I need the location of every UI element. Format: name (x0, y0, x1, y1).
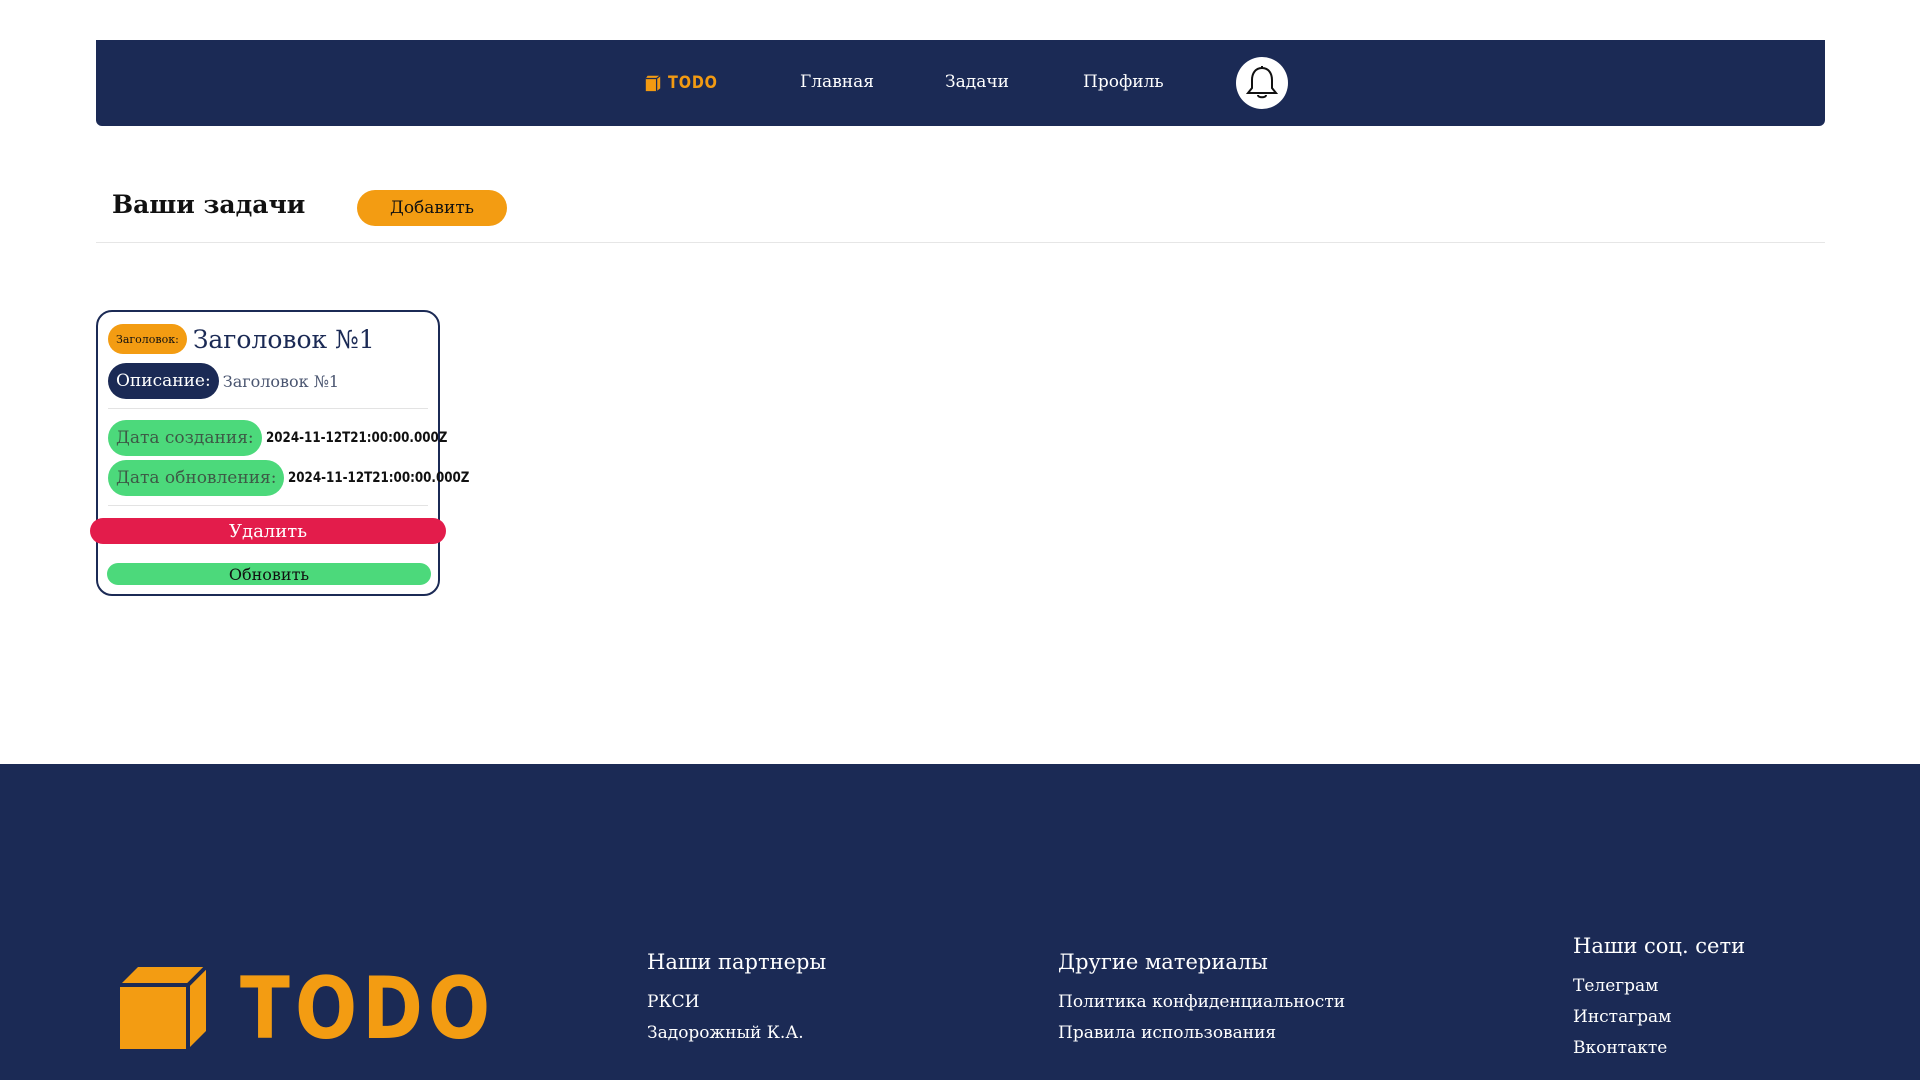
delete-task-button[interactable]: Удалить (90, 518, 446, 544)
task-desc-row: Описание: Заголовок №1 (108, 363, 339, 399)
cube-logo-icon (645, 75, 661, 92)
divider (96, 242, 1825, 243)
task-created-value: 2024-11-12T21:00:00.000Z (265, 430, 448, 446)
footer: TODO Наши партнеры РКСИ Задорожный К.А. … (0, 764, 1920, 1080)
footer-logo[interactable]: TODO (118, 959, 540, 1059)
footer-link-rksi[interactable]: РКСИ (647, 992, 826, 1012)
card-divider (108, 505, 428, 506)
footer-materials: Другие материалы Политика конфиденциальн… (1058, 950, 1345, 1054)
footer-social-heading: Наши соц. сети (1573, 934, 1746, 958)
footer-logo-text: TODO (240, 959, 496, 1059)
footer-partners-heading: Наши партнеры (647, 950, 827, 974)
add-task-button[interactable]: Добавить (357, 190, 507, 226)
footer-link-telegram[interactable]: Телеграм (1573, 976, 1745, 996)
task-created-row: Дата создания: 2024-11-12T21:00:00.000Z (108, 420, 479, 456)
nav-link-profile[interactable]: Профиль (1083, 72, 1164, 92)
bell-icon (1245, 66, 1279, 99)
footer-materials-heading: Другие материалы (1058, 950, 1268, 974)
footer-link-zadorozhny[interactable]: Задорожный К.А. (647, 1023, 826, 1043)
header-logo[interactable]: TODO (644, 73, 727, 93)
task-updated-value: 2024-11-12T21:00:00.000Z (288, 470, 470, 486)
nav-link-tasks[interactable]: Задачи (945, 72, 1009, 92)
task-updated-row: Дата обновления: 2024-11-12T21:00:00.000… (108, 460, 502, 496)
task-title-row: Заголовок: Заголовок №1 (108, 324, 375, 354)
top-navbar: TODO Главная Задачи Профиль (96, 40, 1825, 126)
footer-link-instagram[interactable]: Инстаграм (1573, 1007, 1745, 1027)
header-logo-text: TODO (668, 73, 718, 93)
footer-link-terms[interactable]: Правила использования (1058, 1023, 1345, 1043)
task-card: Заголовок: Заголовок №1 Описание: Заголо… (90, 310, 470, 596)
task-updated-label: Дата обновления: (108, 460, 285, 496)
page-title: Ваши задачи (112, 190, 306, 219)
update-task-button[interactable]: Обновить (107, 563, 431, 585)
notifications-button[interactable] (1236, 57, 1288, 109)
footer-social: Наши соц. сети Телеграм Инстаграм Вконта… (1573, 934, 1745, 1069)
task-title-label: Заголовок: (108, 324, 187, 354)
footer-partners: Наши партнеры РКСИ Задорожный К.А. (647, 950, 826, 1054)
cube-logo-icon (120, 965, 208, 1049)
task-desc: Заголовок №1 (222, 371, 340, 391)
task-desc-label: Описание: (108, 363, 219, 399)
nav-link-home[interactable]: Главная (800, 72, 874, 92)
footer-link-vkontakte[interactable]: Вконтакте (1573, 1038, 1745, 1058)
task-created-label: Дата создания: (108, 420, 262, 456)
footer-link-privacy[interactable]: Политика конфиденциальности (1058, 992, 1345, 1012)
card-divider (108, 408, 428, 409)
task-title: Заголовок №1 (192, 324, 375, 354)
